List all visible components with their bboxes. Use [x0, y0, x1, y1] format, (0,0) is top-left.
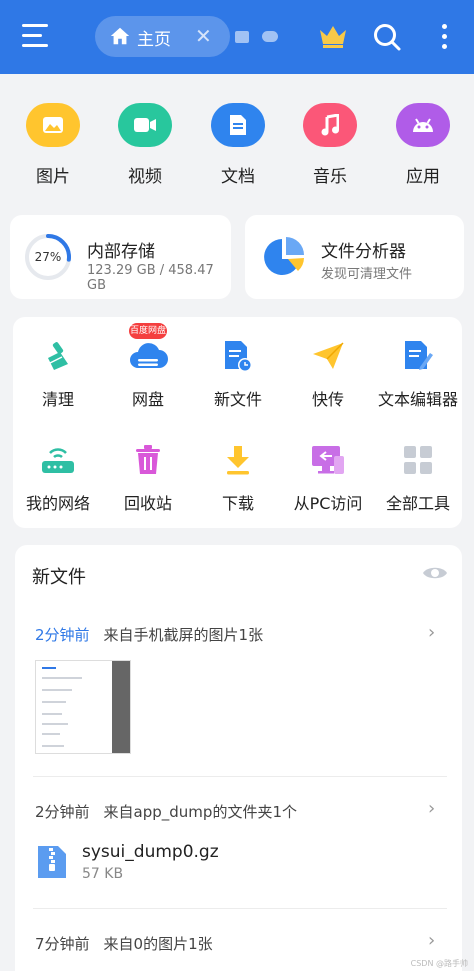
video-icon [118, 103, 172, 147]
file-size: 57 KB [82, 866, 124, 882]
chevron-right-icon[interactable]: › [428, 798, 435, 819]
cloud-disk-icon [100, 338, 196, 374]
tool-label: 文本编辑器 [377, 390, 458, 409]
file-name: sysui_dump0.gz [82, 842, 219, 862]
new-file-icon [190, 338, 286, 374]
android-icon [396, 103, 450, 147]
file-analyzer-card[interactable]: 文件分析器 发现可清理文件 [245, 215, 464, 299]
group-time: 2分钟前 [35, 626, 90, 644]
music-icon [303, 103, 357, 147]
baidu-pan-badge: 百度网盘 [129, 323, 167, 339]
category-label: 图片 [36, 167, 70, 187]
router-icon [10, 442, 106, 478]
category-label: 应用 [406, 167, 440, 187]
tool-label: 回收站 [123, 494, 172, 513]
group-description: 来自app_dump的文件夹1个 [103, 803, 297, 821]
home-icon [110, 27, 130, 45]
new-files-title: 新文件 [32, 567, 86, 588]
document-icon [211, 103, 265, 147]
chevron-right-icon[interactable]: › [428, 930, 435, 951]
image-icon [26, 103, 80, 147]
tool-label: 我的网络 [25, 494, 90, 513]
new-files-group-header[interactable]: 2分钟前 来自手机截屏的图片1张 [35, 624, 263, 645]
category-apps[interactable]: 应用 [388, 103, 458, 187]
screenshot-thumbnail[interactable] [35, 660, 131, 754]
text-editor-icon [370, 338, 466, 374]
watermark: CSDN @路手帅 [410, 959, 468, 968]
top-app-bar: 主页 ✕ [0, 0, 474, 74]
new-files-group-header[interactable]: 7分钟前 来自0的图片1张 [35, 933, 213, 954]
chevron-right-icon[interactable]: › [428, 622, 435, 643]
tool-quick-send[interactable]: 快传 [280, 338, 376, 410]
divider [33, 776, 447, 777]
cloud-tab-icon[interactable] [262, 31, 278, 42]
tool-label: 快传 [311, 390, 344, 409]
tool-cloud-disk[interactable]: 网盘 [100, 338, 196, 410]
vip-crown-icon[interactable] [318, 22, 348, 50]
tool-label: 新文件 [213, 390, 262, 409]
analyzer-title: 文件分析器 [321, 242, 406, 262]
tool-download[interactable]: 下载 [190, 442, 286, 514]
analyzer-subtitle: 发现可清理文件 [321, 267, 413, 282]
group-description: 来自0的图片1张 [103, 935, 213, 953]
group-time: 2分钟前 [35, 803, 90, 821]
category-label: 音乐 [313, 167, 347, 187]
all-tools-icon [370, 442, 466, 478]
category-label: 文档 [221, 167, 255, 187]
send-icon [280, 338, 376, 374]
menu-icon[interactable] [22, 24, 50, 50]
tab-home[interactable]: 主页 ✕ [95, 16, 230, 57]
pc-access-icon [280, 442, 376, 478]
category-images[interactable]: 图片 [18, 103, 88, 187]
tool-label: 从PC访问 [293, 494, 363, 513]
tab-home-label: 主页 [137, 30, 171, 50]
zip-file-icon[interactable] [36, 845, 68, 879]
tool-all-tools[interactable]: 全部工具 [370, 442, 466, 514]
storage-ring: 27% [24, 233, 72, 281]
category-music[interactable]: 音乐 [295, 103, 365, 187]
group-description: 来自手机截屏的图片1张 [103, 626, 264, 644]
internal-storage-card[interactable]: 27% 内部存储 123.29 GB / 458.47 GB [10, 215, 231, 299]
tool-new-files[interactable]: 新文件 [190, 338, 286, 410]
download-icon [190, 442, 286, 478]
trash-icon [100, 442, 196, 478]
category-label: 视频 [128, 167, 162, 187]
tool-label: 下载 [221, 494, 254, 513]
close-tab-icon[interactable]: ✕ [195, 24, 212, 48]
broom-icon [10, 338, 106, 374]
group-time: 7分钟前 [35, 935, 90, 953]
pie-chart-icon [264, 237, 304, 275]
search-icon[interactable] [372, 22, 402, 52]
storage-usage: 123.29 GB / 458.47 GB [87, 263, 214, 293]
tool-clean[interactable]: 清理 [10, 338, 106, 410]
tool-label: 清理 [41, 390, 74, 409]
divider [33, 908, 447, 909]
storage-title: 内部存储 [87, 242, 155, 262]
tab-preview-icon[interactable] [235, 31, 249, 43]
storage-percent: 27% [34, 250, 62, 264]
tool-pc-access[interactable]: 从PC访问 [280, 442, 376, 514]
tool-label: 网盘 [131, 390, 164, 409]
eye-icon[interactable] [422, 563, 448, 583]
tool-my-network[interactable]: 我的网络 [10, 442, 106, 514]
category-documents[interactable]: 文档 [203, 103, 273, 187]
category-videos[interactable]: 视频 [110, 103, 180, 187]
tool-label: 全部工具 [385, 494, 450, 513]
new-files-group-header[interactable]: 2分钟前 来自app_dump的文件夹1个 [35, 801, 297, 822]
more-options-icon[interactable] [436, 22, 452, 52]
tool-text-editor[interactable]: 文本编辑器 [370, 338, 466, 410]
tool-recycle-bin[interactable]: 回收站 [100, 442, 196, 514]
